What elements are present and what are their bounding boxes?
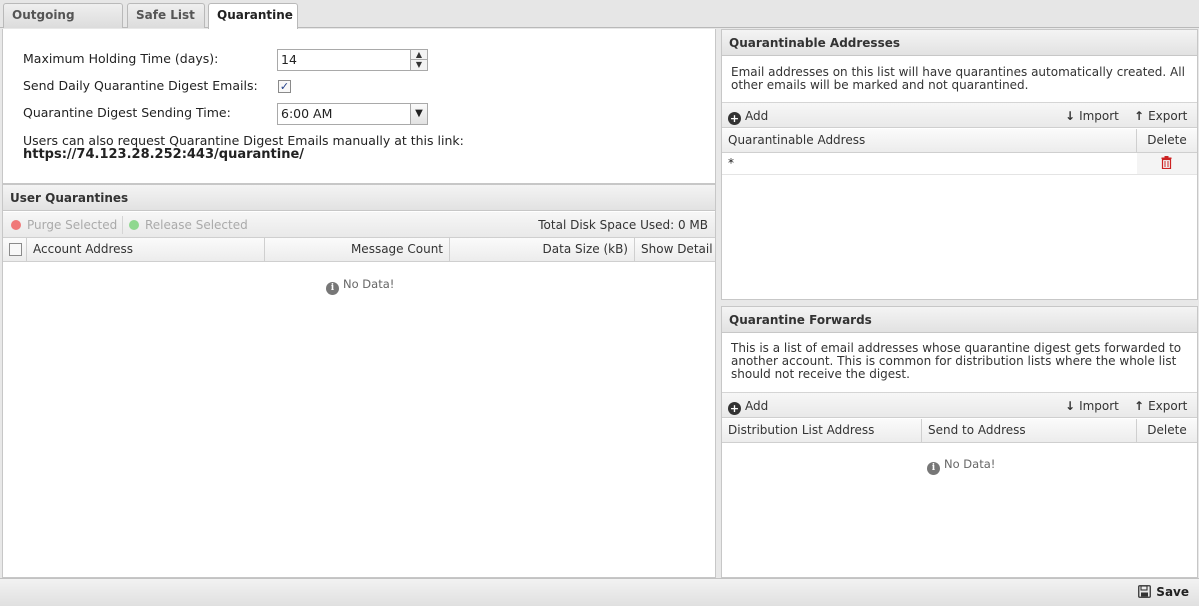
column-account-address[interactable]: Account Address <box>27 238 265 261</box>
forwards-grid-header: Distribution List Address Send to Addres… <box>722 419 1197 443</box>
purge-icon <box>11 220 21 230</box>
forwards-import-label: Import <box>1079 399 1119 413</box>
quarantinable-export-label: Export <box>1148 109 1188 123</box>
trash-icon[interactable] <box>1161 156 1172 169</box>
quarantinable-address-cell: * <box>728 156 734 170</box>
info-icon: i <box>927 462 940 475</box>
quarantinable-title: Quarantinable Addresses <box>722 30 1197 56</box>
chevron-down-icon[interactable]: ▼ <box>410 103 428 125</box>
column-distribution-list-address[interactable]: Distribution List Address <box>722 419 922 442</box>
tab-safe-list[interactable]: Safe List <box>127 3 205 28</box>
sending-time-value: 6:00 AM <box>281 106 333 121</box>
quarantinable-description: Email addresses on this list will have q… <box>731 65 1185 92</box>
daily-digest-label: Send Daily Quarantine Digest Emails: <box>23 78 258 93</box>
plus-icon: + <box>728 402 741 415</box>
forwards-export-label: Export <box>1148 399 1188 413</box>
info-icon: i <box>326 282 339 295</box>
quarantinable-add-button[interactable]: + Add <box>728 103 768 129</box>
quarantinable-grid-header: Quarantinable Address Delete <box>722 129 1197 153</box>
forwards-empty: i No Data! <box>927 457 995 475</box>
user-quarantines-panel: User Quarantines Purge Selected Release … <box>2 184 716 578</box>
quarantine-forwards-panel: Quarantine Forwards This is a list of em… <box>721 306 1198 578</box>
holding-time-input[interactable]: 14 ▲ ▼ <box>277 49 428 71</box>
disk-space-used: Total Disk Space Used: 0 MB <box>538 218 708 232</box>
user-quarantines-empty-text: No Data! <box>343 277 395 291</box>
column-message-count[interactable]: Message Count <box>265 238 450 261</box>
sending-time-label: Quarantine Digest Sending Time: <box>23 105 231 120</box>
user-quarantines-grid-header: Account Address Message Count Data Size … <box>3 238 715 262</box>
select-all-cell <box>3 238 27 261</box>
forwards-add-label: Add <box>745 399 769 413</box>
plus-icon: + <box>728 112 741 125</box>
manual-link-url[interactable]: https://74.123.28.252:443/quarantine/ <box>23 147 304 162</box>
tab-quarantine[interactable]: Quarantine <box>208 3 298 29</box>
save-button[interactable]: Save <box>1138 579 1189 606</box>
quarantinable-toolbar: + Add ↓ Import ↑ Export <box>722 102 1197 128</box>
quarantinable-export-button[interactable]: ↑ Export <box>1134 103 1187 129</box>
column-data-size[interactable]: Data Size (kB) <box>450 238 635 261</box>
column-send-to-address[interactable]: Send to Address <box>922 419 1137 442</box>
quarantinable-import-label: Import <box>1079 109 1119 123</box>
forwards-add-button[interactable]: + Add <box>728 393 768 419</box>
spin-up-icon[interactable]: ▲ <box>411 50 427 60</box>
user-quarantines-empty: i No Data! <box>326 277 394 295</box>
sending-time-select[interactable]: 6:00 AM ▼ <box>277 103 428 125</box>
save-label: Save <box>1156 585 1189 599</box>
column-delete[interactable]: Delete <box>1137 129 1197 152</box>
column-show-detail[interactable]: Show Detail <box>635 238 715 261</box>
arrow-down-icon: ↓ <box>1065 399 1076 413</box>
quarantine-settings-panel: Maximum Holding Time (days): 14 ▲ ▼ Send… <box>2 29 716 184</box>
release-selected-button[interactable]: Release Selected <box>129 212 248 238</box>
quarantinable-import-button[interactable]: ↓ Import <box>1065 103 1119 129</box>
tab-outgoing-server[interactable]: Outgoing Server <box>3 3 123 45</box>
forwards-toolbar: + Add ↓ Import ↑ Export <box>722 392 1197 418</box>
purge-selected-button[interactable]: Purge Selected <box>11 212 117 238</box>
forwards-import-button[interactable]: ↓ Import <box>1065 393 1119 419</box>
purge-selected-label: Purge Selected <box>27 218 118 232</box>
arrow-up-icon: ↑ <box>1134 109 1145 123</box>
toolbar-divider <box>122 216 123 234</box>
footer-bar: Save <box>0 578 1199 606</box>
arrow-down-icon: ↓ <box>1065 109 1076 123</box>
holding-time-spinner[interactable]: ▲ ▼ <box>410 49 428 71</box>
table-row[interactable]: * <box>722 153 1197 175</box>
delete-cell <box>1137 153 1197 174</box>
save-icon <box>1138 585 1152 598</box>
forwards-title: Quarantine Forwards <box>722 307 1197 333</box>
manual-link-text: Users can also request Quarantine Digest… <box>23 133 464 148</box>
release-icon <box>129 220 139 230</box>
forwards-export-button[interactable]: ↑ Export <box>1134 393 1187 419</box>
forwards-description: This is a list of email addresses whose … <box>731 341 1182 381</box>
arrow-up-icon: ↑ <box>1134 399 1145 413</box>
quarantinable-addresses-panel: Quarantinable Addresses Email addresses … <box>721 29 1198 300</box>
column-delete[interactable]: Delete <box>1137 419 1197 442</box>
quarantinable-add-label: Add <box>745 109 769 123</box>
forwards-empty-text: No Data! <box>944 457 996 471</box>
column-quarantinable-address[interactable]: Quarantinable Address <box>722 129 1137 152</box>
release-selected-label: Release Selected <box>145 218 248 232</box>
daily-digest-checkbox[interactable]: ✓ <box>278 80 291 93</box>
spin-down-icon[interactable]: ▼ <box>411 60 427 70</box>
holding-time-value: 14 <box>281 52 297 67</box>
tab-bar: Outgoing Server Safe List Quarantine <box>0 0 1199 45</box>
user-quarantines-title: User Quarantines <box>3 185 715 211</box>
select-all-checkbox[interactable] <box>9 243 22 256</box>
user-quarantines-toolbar: Purge Selected Release Selected Total Di… <box>3 212 715 238</box>
holding-time-label: Maximum Holding Time (days): <box>23 51 219 66</box>
